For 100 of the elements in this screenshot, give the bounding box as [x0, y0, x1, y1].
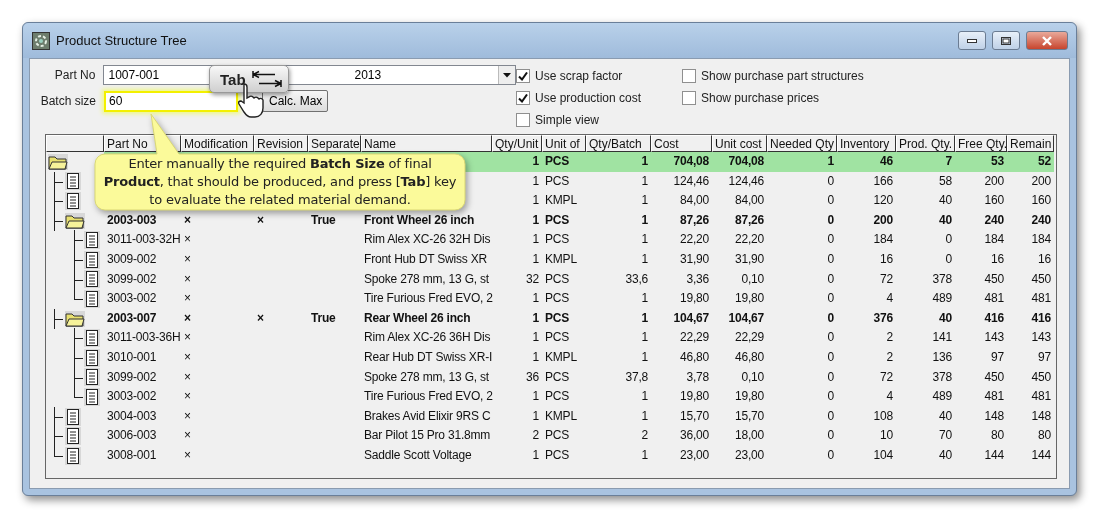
table-cell-text: 200: [1030, 172, 1052, 190]
column-header[interactable]: Remain: [1007, 135, 1054, 152]
table-cell-text: 84,00: [733, 192, 765, 210]
table-cell-text: 0: [826, 270, 835, 288]
folder-icon: [65, 310, 85, 327]
folder-icon: [65, 212, 85, 229]
table-cell-text: 3004-003: [106, 407, 158, 425]
table-cell-text: KMPL: [544, 407, 578, 425]
table-cell-text: 0: [826, 368, 835, 386]
table-cell-text: 31,90: [678, 250, 710, 268]
table-cell-text: PCS: [544, 388, 571, 406]
column-header[interactable]: Qty/Unit: [492, 135, 542, 152]
table-cell: 52: [1007, 152, 1054, 172]
table-cell-text: 19,80: [678, 290, 710, 308]
table-cell-text: 450: [1030, 270, 1052, 288]
table-cell-text: 3011-003-32H: [106, 231, 181, 249]
table-cell-text: 0: [826, 172, 835, 190]
table-row[interactable]: 3008-001 × Saddle Scott Voltage 1 PCS 1 23,00 23,00 0 104 40 144 144: [46, 445, 1056, 466]
table-cell-text: 240: [983, 211, 1005, 229]
table-cell-text: 22,29: [678, 329, 710, 347]
table-cell-text: 376: [872, 309, 894, 327]
table-row[interactable]: 2003-007 × × True Rear Wheel 26 inch 1 PCS 1 104,67 104,67 0 376 40 416 416: [46, 308, 1056, 329]
table-cell-text: ×: [183, 290, 192, 308]
maximize-button[interactable]: [992, 31, 1020, 50]
table-cell-text: 23,00: [733, 446, 765, 464]
table-cell-text: ×: [183, 270, 192, 288]
table-cell-text: 124,46: [727, 172, 765, 190]
table-cell-text: 40: [938, 446, 953, 464]
checkbox[interactable]: [516, 113, 530, 127]
column-header[interactable]: Needed Qty: [767, 135, 837, 152]
table-cell-text: 18,00: [733, 427, 765, 445]
checkbox-label: Show purchase part structures: [701, 69, 864, 83]
calc-max-button[interactable]: Calc. Max: [262, 90, 328, 112]
table-cell-text: 0: [944, 250, 953, 268]
table-cell-text: 0: [826, 231, 835, 249]
table-row[interactable]: 3099-002 × Spoke 278 mm, 13 G, st 32 PCS 33,6 3,36 0,10 0 72 378 450 450: [46, 269, 1056, 290]
table-row[interactable]: 3003-002 × Tire Furious Fred EVO, 2 1 PCS 1 19,80 19,80 0 4 489 481 481: [46, 387, 1056, 407]
table-row[interactable]: 3099-002 × Spoke 278 mm, 13 G, st 36 PCS 37,8 3,78 0,10 0 72 378 450 450: [46, 367, 1056, 388]
table-cell-text: 22,20: [733, 231, 765, 249]
column-header[interactable]: Name: [361, 135, 492, 152]
table-cell: 1: [767, 152, 837, 172]
table-cell-text: 1: [640, 446, 649, 464]
table-cell-text: 58: [938, 172, 953, 190]
table-cell-text: 3010-001: [106, 348, 158, 366]
minimize-button[interactable]: [958, 31, 986, 50]
checkbox[interactable]: [516, 91, 530, 105]
table-cell-text: 3003-002: [106, 290, 158, 308]
table-cell-text: Spoke 278 mm, 13 G, st: [363, 270, 490, 288]
table-cell-text: 87,26: [733, 211, 765, 229]
column-header[interactable]: Modification: [181, 135, 254, 152]
app-icon: [32, 31, 50, 50]
table-cell-text: PCS: [544, 309, 571, 327]
checkbox[interactable]: [516, 69, 530, 83]
checkbox-label: Simple view: [535, 113, 600, 127]
table-cell-text: PCS: [544, 270, 571, 288]
column-header[interactable]: Free Qty.: [955, 135, 1007, 152]
column-header[interactable]: Unit of: [542, 135, 586, 152]
column-header[interactable]: Revision: [254, 135, 308, 152]
table-cell-text: 19,80: [733, 388, 765, 406]
table-cell-text: Bar Pilot 15 Pro 31.8mm: [363, 427, 492, 445]
checkbox[interactable]: [682, 91, 696, 105]
table-cell-text: 2: [885, 348, 894, 366]
table-cell-text: 481: [1030, 388, 1052, 406]
table-cell-text: 184: [983, 231, 1005, 249]
column-header[interactable]: Separate: [308, 135, 361, 152]
table-cell-text: 3,78: [685, 368, 710, 386]
table-row[interactable]: 3004-003 × Brakes Avid Elixir 9RS C 1 KMPL 1 15,70 15,70 0 108 40 148 148: [46, 406, 1056, 427]
checkbox-label: Use scrap factor: [535, 69, 623, 83]
column-header[interactable]: Unit cost: [712, 135, 767, 152]
table-cell-text: 240: [1030, 211, 1052, 229]
table-row[interactable]: 3011-003-36H × Rim Alex XC-26 36H Dis 1 PCS 1 22,29 22,29 0 2 141 143 143: [46, 328, 1056, 348]
table-cell-text: ×: [183, 446, 192, 464]
table-cell-text: 36: [525, 368, 540, 386]
document-icon: [84, 368, 100, 387]
table-cell-text: 80: [1037, 427, 1052, 445]
document-icon: [84, 231, 100, 250]
table-row[interactable]: 3006-003 × Bar Pilot 15 Pro 31.8mm 2 PCS 2 36,00 18,00 0 10 70 80 80: [46, 426, 1056, 446]
table-cell-text: 1: [531, 192, 540, 210]
table-cell-text: Front Hub DT Swiss XR: [363, 250, 488, 268]
table-cell-text: PCS: [544, 368, 571, 386]
table-row[interactable]: 3003-002 × Tire Furious Fred EVO, 2 1 PCS 1 19,80 19,80 0 4 489 481 481: [46, 289, 1056, 309]
table-row[interactable]: 3011-003-32H × Rim Alex XC-26 32H Dis 1 PCS 1 22,20 22,20 0 184 0 184 184: [46, 230, 1056, 250]
table-row[interactable]: 3010-001 × Rear Hub DT Swiss XR-I 1 KMPL 1 46,80 46,80 0 2 136 97 97: [46, 347, 1056, 368]
table-cell-text: ×: [183, 309, 192, 327]
column-header[interactable]: Prod. Qty.: [896, 135, 955, 152]
column-header[interactable]: Inventory: [837, 135, 896, 152]
document-icon: [65, 407, 81, 426]
table-cell-text: 2: [640, 427, 649, 445]
table-cell-text: 136: [931, 348, 953, 366]
checkbox[interactable]: [682, 69, 696, 83]
table-cell-text: 19,80: [678, 388, 710, 406]
column-header[interactable]: Cost: [651, 135, 712, 152]
table-row[interactable]: 2003-003 × × True Front Wheel 26 inch 1 PCS 1 87,26 87,26 0 200 40 240 240: [46, 210, 1056, 231]
batch-size-field[interactable]: 60: [104, 90, 238, 112]
column-header[interactable]: Qty/Batch: [586, 135, 651, 152]
table-cell-text: 148: [983, 407, 1005, 425]
table-cell-text: 0: [826, 309, 835, 327]
document-icon: [65, 427, 81, 446]
close-button[interactable]: [1026, 31, 1068, 50]
table-row[interactable]: 3009-002 × Front Hub DT Swiss XR 1 KMPL 1 31,90 31,90 0 16 0 16 16: [46, 249, 1056, 270]
